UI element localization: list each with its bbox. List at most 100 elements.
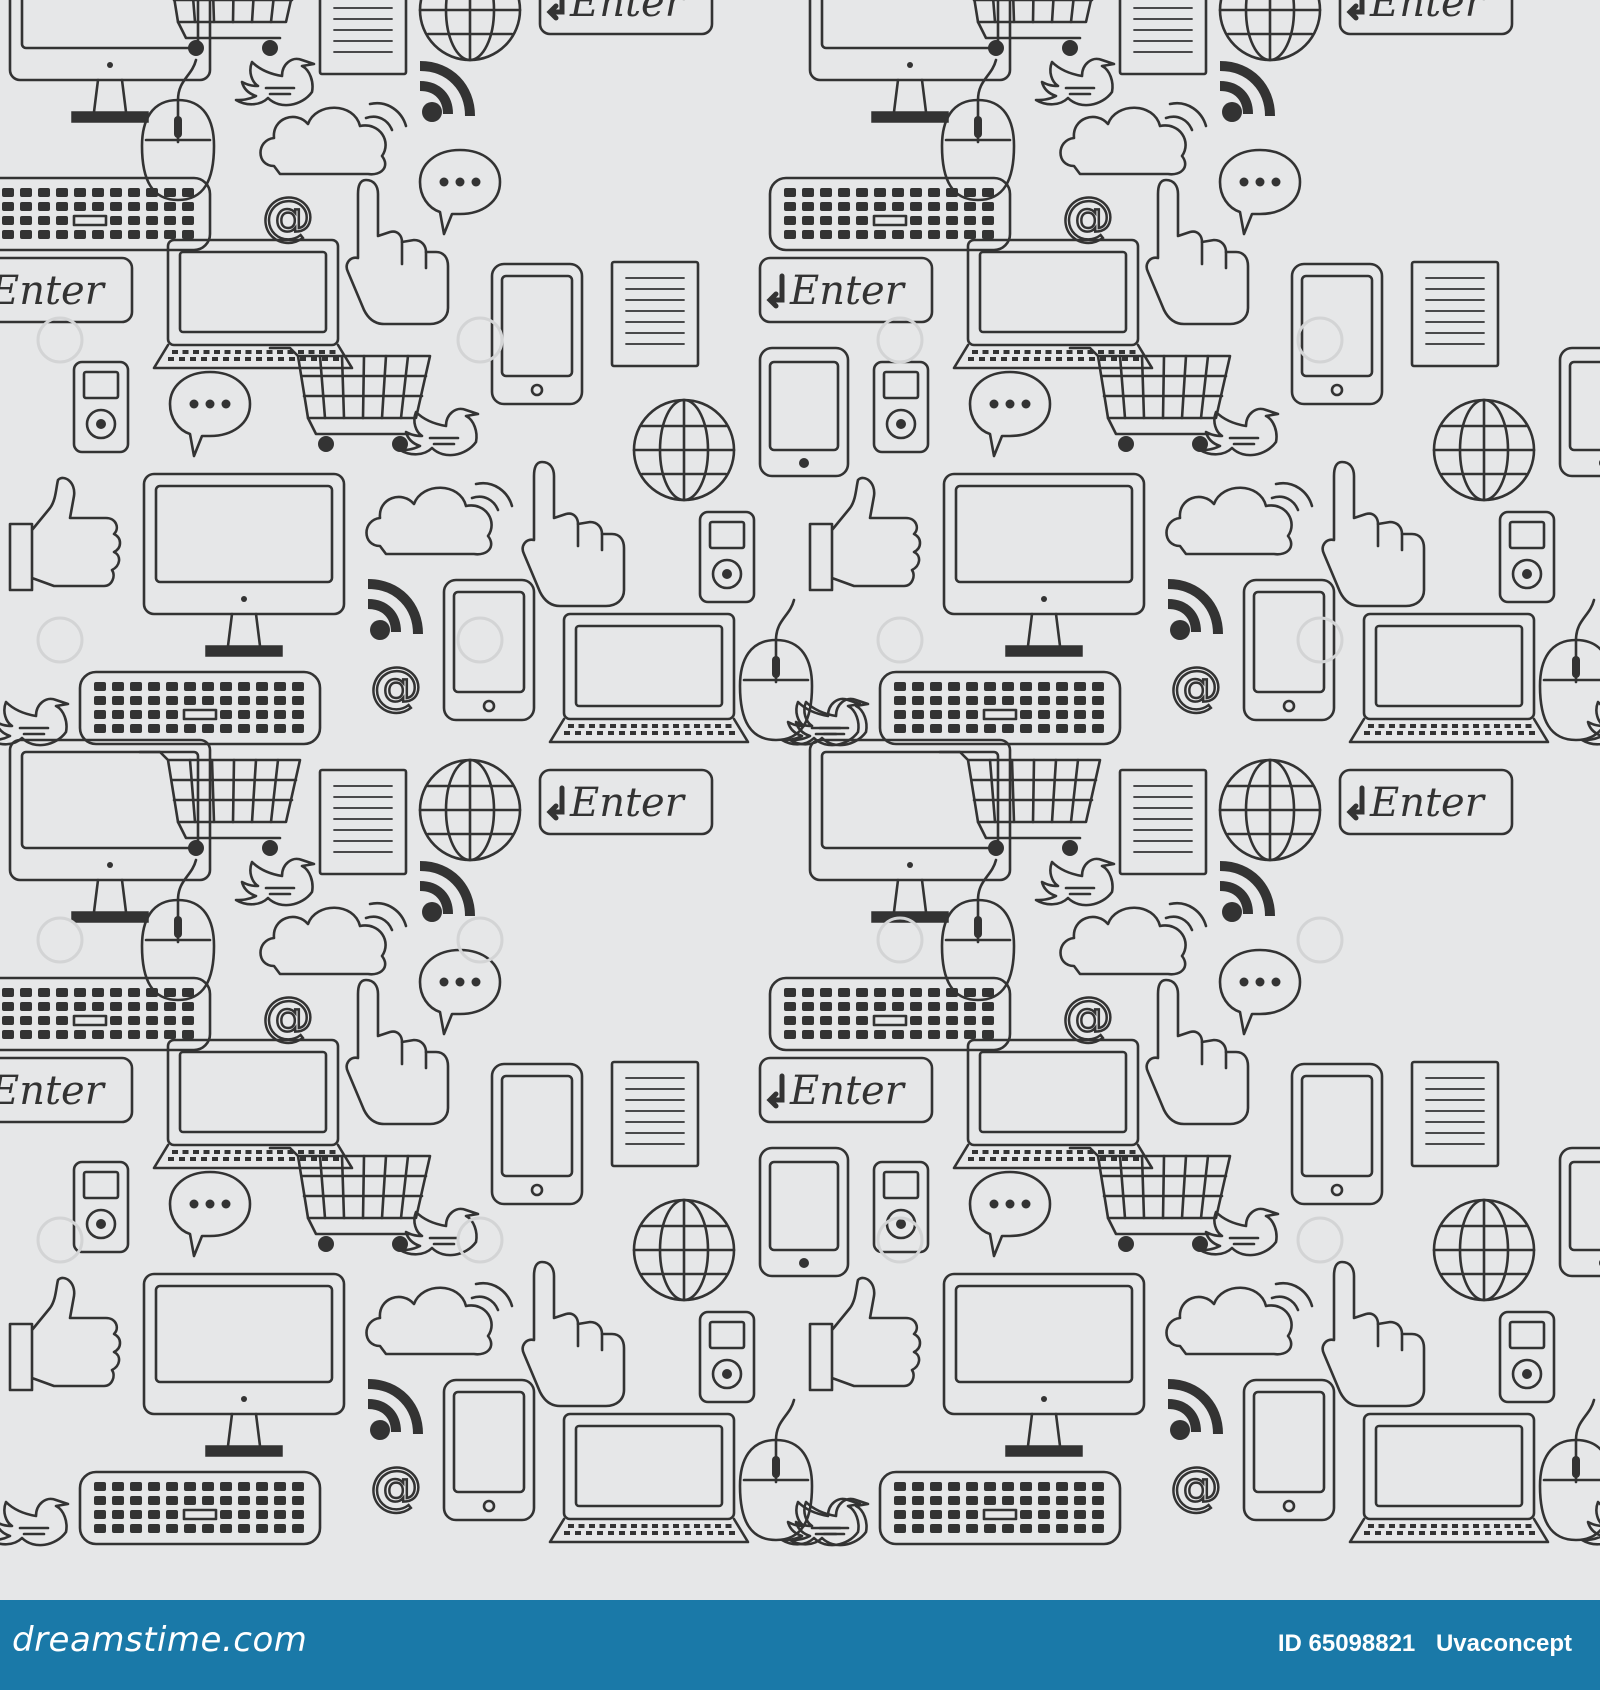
cloud-icon <box>1165 481 1314 556</box>
bird-icon <box>0 697 70 747</box>
svg-text:Enter: Enter <box>0 1068 107 1114</box>
document-icon <box>610 260 700 368</box>
monitor-icon <box>808 0 1012 123</box>
image-credit: ID 65098821 Uvaconcept <box>1264 1630 1572 1658</box>
enter-key-icon: Enter <box>1338 0 1514 36</box>
cloud-icon <box>1059 901 1208 976</box>
media-player-icon <box>872 360 930 454</box>
tablet-icon <box>1290 262 1384 406</box>
watermark-mark <box>876 316 924 364</box>
enter-key-icon: Enter <box>538 768 714 836</box>
svg-text:@: @ <box>1170 1457 1222 1517</box>
bird-icon <box>0 1497 70 1547</box>
svg-text:@: @ <box>1062 187 1114 247</box>
mouse-icon <box>1538 598 1600 742</box>
cursor-hand-icon <box>1321 1260 1426 1408</box>
author-name: Uvaconcept <box>1435 1630 1572 1657</box>
at-sign-icon: @ <box>1169 1456 1224 1519</box>
document-icon <box>318 0 408 76</box>
watermark-mark <box>36 316 84 364</box>
document-icon <box>1118 768 1208 876</box>
media-player-icon <box>1498 510 1556 604</box>
bird-icon <box>234 857 316 907</box>
svg-text:Enter: Enter <box>0 268 107 314</box>
monitor-icon <box>942 472 1146 657</box>
document-icon <box>1118 0 1208 76</box>
laptop-icon <box>952 238 1154 370</box>
monitor-icon <box>8 738 212 923</box>
keyboard-icon <box>78 670 322 746</box>
globe-icon <box>1218 758 1322 862</box>
bird-icon <box>398 1207 480 1257</box>
phone-icon <box>758 1146 850 1278</box>
tablet-icon <box>490 1062 584 1206</box>
globe-icon <box>1432 398 1536 502</box>
media-player-icon <box>872 1160 930 1254</box>
chat-bubble-icon <box>968 370 1052 458</box>
svg-text:@: @ <box>370 1457 422 1517</box>
rss-icon <box>1219 861 1275 922</box>
globe-icon <box>1432 1198 1536 1302</box>
laptop-icon <box>548 1412 750 1544</box>
monitor-icon <box>808 738 1012 923</box>
at-sign-icon: @ <box>1061 986 1116 1049</box>
chat-bubble-icon <box>418 948 502 1036</box>
watermark-mark <box>1296 616 1344 664</box>
watermark-mark <box>36 616 84 664</box>
chat-bubble-icon <box>968 1170 1052 1258</box>
rss-icon <box>1219 61 1275 122</box>
watermark-mark <box>36 1216 84 1264</box>
media-player-icon <box>1498 1310 1556 1404</box>
bird-icon <box>1198 1207 1280 1257</box>
media-player-icon <box>698 510 756 604</box>
cart-icon <box>938 750 1102 856</box>
phone-icon <box>758 346 850 478</box>
laptop-icon <box>952 1038 1154 1170</box>
svg-text:Enter: Enter <box>789 1068 907 1114</box>
doodle-pattern-canvas: Enter @ Enter @ Enter @ Enter @ Enter @ Enter @ Ente… <box>0 0 1600 1547</box>
stock-image: Enter @ Enter @ Enter @ Enter @ Enter @ Enter @ Ente… <box>0 0 1600 1690</box>
watermark-mark <box>36 916 84 964</box>
enter-key-icon: Enter <box>1338 768 1514 836</box>
watermark-mark <box>456 616 504 664</box>
at-sign-icon: @ <box>369 656 424 719</box>
phone-icon <box>1558 1146 1600 1278</box>
media-player-icon <box>698 1310 756 1404</box>
rss-icon <box>419 861 475 922</box>
globe-icon <box>418 758 522 862</box>
document-icon <box>1410 1060 1500 1168</box>
enter-key-icon: Enter <box>0 1056 134 1124</box>
cursor-hand-icon <box>521 1260 626 1408</box>
cursor-hand-icon <box>345 978 450 1126</box>
watermark-mark <box>456 916 504 964</box>
svg-text:@: @ <box>370 657 422 717</box>
mouse-icon <box>738 1398 814 1542</box>
rss-icon <box>367 1379 423 1440</box>
tablet-icon <box>1290 1062 1384 1206</box>
chat-bubble-icon <box>1218 148 1302 236</box>
enter-key-icon: Enter <box>538 0 714 36</box>
laptop-icon <box>548 612 750 744</box>
document-icon <box>610 1060 700 1168</box>
laptop-icon <box>152 238 354 370</box>
watermark-mark <box>456 316 504 364</box>
laptop-icon <box>1348 1412 1550 1544</box>
cloud-icon <box>259 901 408 976</box>
monitor-icon <box>942 1272 1146 1457</box>
tablet-icon <box>442 1378 536 1522</box>
globe-icon <box>1218 0 1322 62</box>
watermark-mark <box>1296 1216 1344 1264</box>
bird-icon <box>234 57 316 107</box>
document-icon <box>318 768 408 876</box>
keyboard-icon <box>878 1470 1122 1546</box>
cloud-icon <box>1059 101 1208 176</box>
cursor-hand-icon <box>345 178 450 326</box>
svg-text:@: @ <box>262 987 314 1047</box>
media-player-icon <box>72 360 130 454</box>
chat-bubble-icon <box>168 1170 252 1258</box>
cloud-icon <box>365 481 514 556</box>
at-sign-icon: @ <box>261 986 316 1049</box>
bird-icon <box>398 407 480 457</box>
rss-icon <box>1167 579 1223 640</box>
svg-text:Enter: Enter <box>789 268 907 314</box>
